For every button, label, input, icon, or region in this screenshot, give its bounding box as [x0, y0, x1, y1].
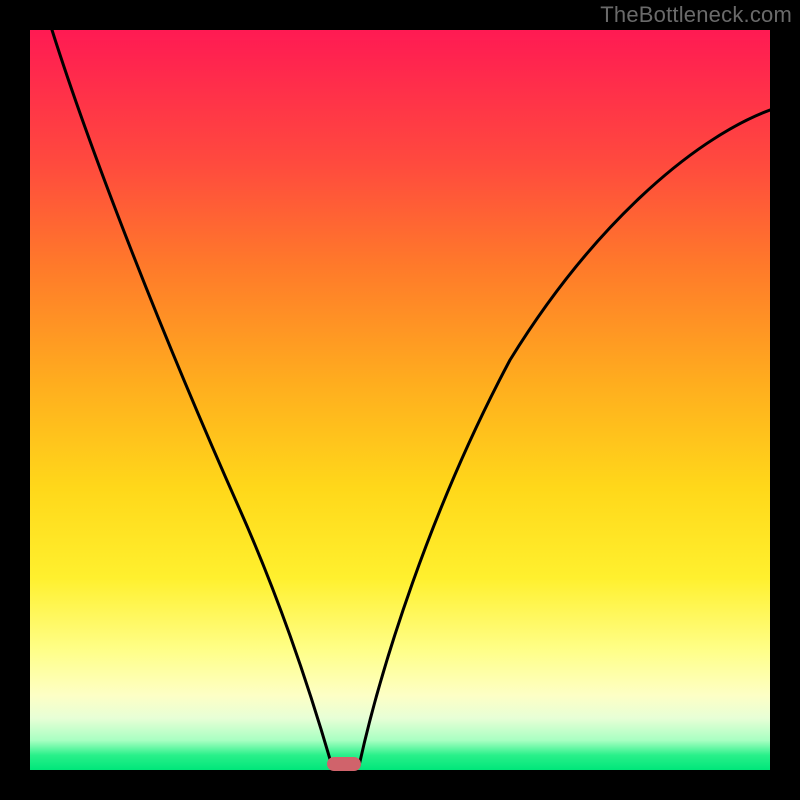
plot-area — [30, 30, 770, 770]
chart-frame: TheBottleneck.com — [0, 0, 800, 800]
watermark-text: TheBottleneck.com — [600, 2, 792, 28]
left-curve — [52, 30, 332, 766]
curve-layer — [30, 30, 770, 770]
right-curve — [359, 110, 770, 766]
bottleneck-marker — [327, 757, 361, 771]
